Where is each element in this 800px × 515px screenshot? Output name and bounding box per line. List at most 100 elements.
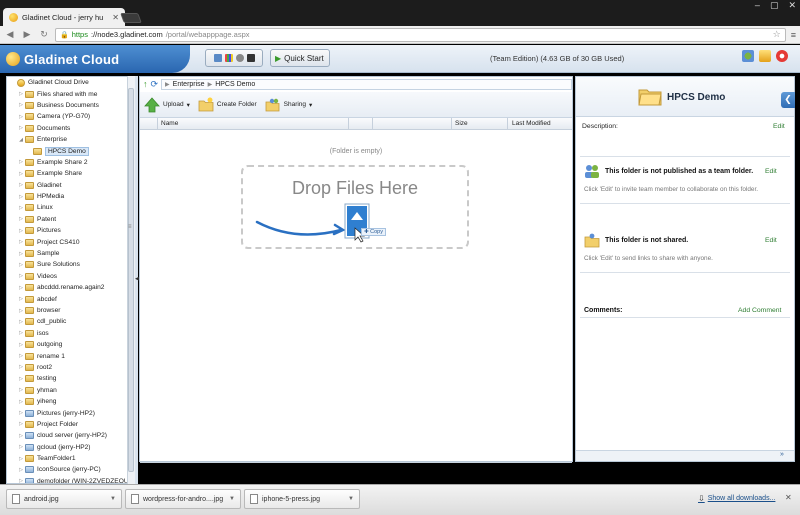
tree-item[interactable]: ▷ Videos: [7, 271, 133, 282]
tree-item[interactable]: ▷ Example Share: [7, 168, 133, 179]
back-icon[interactable]: ◀: [4, 29, 16, 40]
expander-icon[interactable]: ▷: [17, 285, 25, 291]
breadcrumb-item-enterprise[interactable]: Enterprise: [173, 81, 205, 88]
close-tab-icon[interactable]: ✕: [112, 13, 119, 22]
expander-icon[interactable]: ▷: [17, 159, 25, 165]
close-shelf-icon[interactable]: ✕: [785, 493, 792, 502]
minimize-icon[interactable]: –: [755, 0, 760, 11]
tree-item[interactable]: ▷ yhman: [7, 385, 133, 396]
show-all-downloads-link[interactable]: ⇩ Show all downloads...: [698, 494, 775, 503]
quick-start-button[interactable]: ▶ Quick Start: [270, 49, 330, 67]
up-arrow-icon[interactable]: ↑: [143, 79, 148, 89]
expander-icon[interactable]: ▷: [17, 125, 25, 131]
tree-item[interactable]: ▷ Pictures: [7, 225, 133, 236]
expander-icon[interactable]: ▷: [17, 319, 25, 325]
create-folder-button[interactable]: Create Folder: [198, 97, 257, 113]
edit-team-link[interactable]: Edit: [765, 168, 777, 175]
reload-icon[interactable]: ↻: [38, 29, 50, 40]
tree-item[interactable]: ▷ Linux: [7, 202, 133, 213]
mail-icon[interactable]: [759, 50, 771, 62]
expander-icon[interactable]: ▷: [17, 251, 25, 257]
expander-icon[interactable]: ▷: [17, 273, 25, 279]
sharing-button[interactable]: Sharing ▾: [265, 97, 312, 113]
address-bar[interactable]: 🔒 https://node3.gladinet.com/portal/weba…: [55, 27, 786, 42]
tree-item[interactable]: ▷ yiheng: [7, 396, 133, 407]
dropdown-icon[interactable]: ▼: [110, 496, 116, 502]
tree-item[interactable]: Gladinet Cloud Drive: [7, 77, 133, 88]
column-size[interactable]: Size: [455, 120, 468, 127]
expander-icon[interactable]: ▷: [17, 456, 25, 462]
tree-item[interactable]: ▷ Example Share 2: [7, 157, 133, 168]
tree-item[interactable]: ▷ Files shared with me: [7, 88, 133, 99]
expander-icon[interactable]: ▷: [17, 364, 25, 370]
column-name[interactable]: Name: [161, 120, 178, 127]
tree-item[interactable]: ▷ abcddd.rename.again2: [7, 282, 133, 293]
tree-item[interactable]: ▷ root2: [7, 362, 133, 373]
upload-button[interactable]: Upload ▾: [144, 96, 190, 113]
download-item[interactable]: iphone-5-press.jpg ▼: [244, 489, 360, 509]
expand-icon[interactable]: »: [780, 451, 784, 458]
tree-item[interactable]: ▷ gcloud (jerry-HP2): [7, 442, 133, 453]
tree-item[interactable]: ▷ Sample: [7, 248, 133, 259]
apps-button[interactable]: [205, 49, 263, 67]
tree-item[interactable]: ▷ rename 1: [7, 350, 133, 361]
tree-item[interactable]: ▷ demofolder (WIN-2ZVEDZEOUB: [7, 476, 133, 483]
tree-item[interactable]: ▷ Camera (YP-G70): [7, 111, 133, 122]
browser-tab[interactable]: Gladinet Cloud - jerry hu ✕: [3, 8, 125, 26]
users-icon[interactable]: [742, 50, 754, 62]
tree-item[interactable]: ▷ Pictures (jerry-HP2): [7, 407, 133, 418]
tree-item[interactable]: HPCS Demo: [7, 145, 133, 156]
expander-icon[interactable]: ◢: [17, 137, 25, 143]
expander-icon[interactable]: ▷: [17, 182, 25, 188]
add-comment-link[interactable]: Add Comment: [738, 307, 781, 314]
new-tab-button[interactable]: [120, 13, 142, 23]
tree-item[interactable]: ▷ HPMedia: [7, 191, 133, 202]
expander-icon[interactable]: ▷: [17, 91, 25, 97]
dropdown-icon[interactable]: ▼: [229, 496, 235, 502]
star-icon[interactable]: ☆: [773, 29, 781, 40]
expander-icon[interactable]: ▷: [17, 376, 25, 382]
expander-icon[interactable]: ▷: [17, 444, 25, 450]
edit-share-link[interactable]: Edit: [765, 237, 777, 244]
tree-item[interactable]: ▷ Project Folder: [7, 419, 133, 430]
tree-item[interactable]: ◢ Enterprise: [7, 134, 133, 145]
expander-icon[interactable]: ▷: [17, 228, 25, 234]
tree-item[interactable]: ▷ outgoing: [7, 339, 133, 350]
column-last-modified[interactable]: Last Modified: [512, 120, 551, 127]
download-item[interactable]: wordpress-for-andro....jpg ▼: [125, 489, 241, 509]
expander-icon[interactable]: ▷: [17, 205, 25, 211]
dropdown-icon[interactable]: ▼: [348, 496, 354, 502]
collapse-details-icon[interactable]: ❮: [781, 92, 795, 108]
tree-item[interactable]: ▷ Business Documents: [7, 100, 133, 111]
expander-icon[interactable]: ▷: [17, 308, 25, 314]
close-window-icon[interactable]: ✕: [788, 0, 796, 11]
tree-item[interactable]: ▷ cloud server (jerry-HP2): [7, 430, 133, 441]
expander-icon[interactable]: ▷: [17, 410, 25, 416]
expander-icon[interactable]: ▷: [17, 330, 25, 336]
tree-item[interactable]: ▷ IconSource (jerry-PC): [7, 464, 133, 475]
tree-scroll-thumb[interactable]: [128, 88, 134, 472]
expander-icon[interactable]: ▷: [17, 216, 25, 222]
expander-icon[interactable]: ▷: [17, 433, 25, 439]
power-icon[interactable]: [776, 50, 788, 62]
tree-item[interactable]: ▷ browser: [7, 305, 133, 316]
expander-icon[interactable]: ▷: [17, 296, 25, 302]
expander-icon[interactable]: ▷: [17, 353, 25, 359]
expander-icon[interactable]: ▷: [17, 194, 25, 200]
tree-item[interactable]: ▷ Gladinet: [7, 180, 133, 191]
expander-icon[interactable]: ▷: [17, 467, 25, 473]
expander-icon[interactable]: ▷: [17, 102, 25, 108]
edit-description-link[interactable]: Edit: [773, 123, 785, 130]
refresh-icon[interactable]: ⟳: [151, 79, 159, 90]
tree-item[interactable]: ▷ Sure Solutions: [7, 259, 133, 270]
wrench-icon[interactable]: ≡: [791, 30, 796, 40]
forward-icon[interactable]: ▶: [21, 29, 33, 40]
tree-item[interactable]: ▷ Project CS410: [7, 236, 133, 247]
expander-icon[interactable]: ▷: [17, 399, 25, 405]
expander-icon[interactable]: ▷: [17, 342, 25, 348]
tree-item[interactable]: ▷ cdl_public: [7, 316, 133, 327]
expander-icon[interactable]: ▷: [17, 171, 25, 177]
expander-icon[interactable]: ▷: [17, 239, 25, 245]
tree-item[interactable]: ▷ Patent: [7, 214, 133, 225]
tree-item[interactable]: ▷ testing: [7, 373, 133, 384]
